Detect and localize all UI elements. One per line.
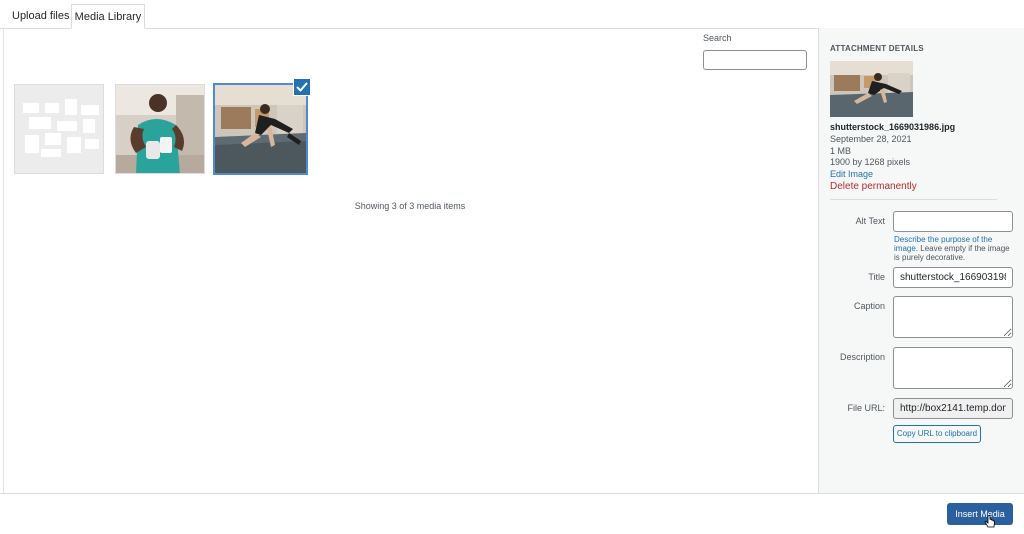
- search-input[interactable]: [703, 50, 807, 70]
- alt-text-label: Alt Text: [855, 216, 885, 226]
- sidebar-divider: [830, 199, 997, 200]
- title-label: Title: [868, 272, 885, 282]
- description-label: Description: [839, 352, 885, 362]
- frame-border: [3, 28, 4, 493]
- tab-media-library[interactable]: Media Library: [71, 4, 145, 29]
- title-input[interactable]: [893, 267, 1013, 288]
- attachment-dimensions: 1900 by 1268 pixels: [830, 157, 911, 167]
- attachment-upload-date: September 28, 2021: [830, 134, 912, 144]
- media-item-man-drinking-shake[interactable]: [115, 84, 205, 174]
- alt-text-help: Describe the purpose of the image. Leave…: [894, 235, 1012, 262]
- edit-image-link[interactable]: Edit Image: [830, 169, 873, 179]
- selected-check-icon[interactable]: [293, 78, 311, 96]
- description-textarea[interactable]: [893, 347, 1013, 389]
- attachment-file-name: shutterstock_1669031986.jpg: [830, 122, 956, 132]
- alt-text-input[interactable]: [893, 211, 1013, 232]
- attachment-file-size: 1 MB: [830, 146, 852, 156]
- delete-permanently-link[interactable]: Delete permanently: [830, 181, 917, 192]
- media-modal-tabs: Upload files Media Library: [0, 0, 1024, 29]
- photo-man-drinking: [116, 85, 204, 173]
- hand-cursor-icon: [984, 515, 996, 534]
- file-url-input[interactable]: [893, 398, 1013, 419]
- placeholder-image-icon: [15, 85, 103, 173]
- media-item-placeholder[interactable]: [14, 84, 104, 174]
- copy-url-button[interactable]: Copy URL to clipboard: [893, 425, 981, 443]
- search-label: Search: [703, 33, 732, 43]
- footer-divider: [0, 493, 1024, 494]
- showing-count-text: Showing 3 of 3 media items: [354, 201, 466, 211]
- file-url-label: File URL:: [847, 403, 885, 413]
- photo-woman-exercising: [215, 85, 306, 173]
- caption-label: Caption: [853, 301, 885, 311]
- attachment-thumbnail: [830, 61, 913, 117]
- caption-textarea[interactable]: [893, 296, 1013, 338]
- attachment-details-heading: ATTACHMENT DETAILS: [830, 44, 924, 53]
- tab-upload-files[interactable]: Upload files: [4, 4, 77, 28]
- insert-media-button[interactable]: Insert Media: [947, 503, 1013, 525]
